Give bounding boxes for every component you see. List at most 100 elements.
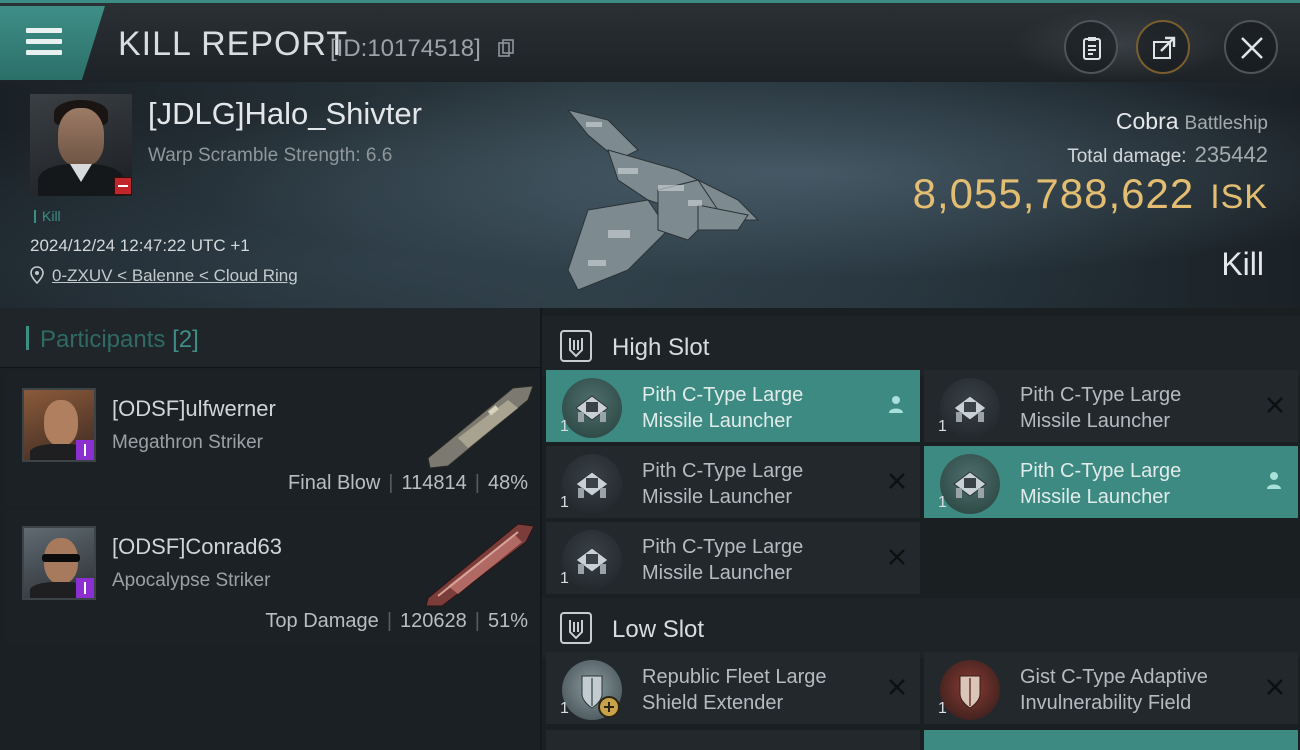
victim-name[interactable]: [JDLG]Halo_Shivter [148,96,422,132]
module-name-line: Missile Launcher [1020,486,1171,508]
participants-count: [2] [172,326,199,353]
page-title: KILL REPORT [118,25,349,63]
total-damage: Total damage: 235442 [1067,142,1268,168]
ship-name[interactable]: Cobra [1116,108,1179,134]
module-quantity: 1 [938,700,947,717]
module-name-line: Pith C-Type Large [642,460,804,482]
high-slot-icon [560,330,592,362]
menu-button[interactable] [0,6,105,80]
location-pin-icon [30,266,44,284]
clipboard-icon [1083,37,1101,60]
module-name-line: Pith C-Type Large [1020,384,1182,406]
module-name-line: Gist C-Type Adaptive [1020,666,1208,688]
module-name: Pith C-Type Large Missile Launcher [642,382,872,434]
participant-row[interactable]: [ODSF]Conrad63 Apocalypse Striker Top Da… [6,510,540,644]
participant-avatar[interactable] [22,526,96,600]
participant-stats: Final Blow | 114814 | 48% [288,472,528,494]
module-name-line: Pith C-Type Large [1020,460,1182,482]
high-slot-header: High Slot [542,316,1300,376]
module-name-line: Shield Extender [642,692,784,714]
missile-launcher-icon [562,530,622,590]
warp-scramble-strength: Warp Scramble Strength: 6.6 [148,145,393,166]
participant-name[interactable]: [ODSF]ulfwerner [112,396,276,422]
shield-extender-icon [562,660,622,720]
close-button[interactable] [1224,20,1278,74]
module-item[interactable]: 1 Pith C-Type Large Missile Launcher [546,370,920,442]
clipboard-button[interactable] [1064,20,1118,74]
participant-stats: Top Damage | 120628 | 51% [265,610,528,632]
victim-status-badge [114,177,132,195]
participant-stat-label: Final Blow [288,472,381,494]
participant-stat-label: Top Damage [265,610,379,632]
module-item-partial[interactable] [546,730,920,750]
participant-avatar[interactable] [22,388,96,462]
module-name-line: Missile Launcher [1020,410,1171,432]
module-item-partial[interactable] [924,730,1298,750]
kill-location[interactable]: 0-ZXUV < Balenne < Cloud Ring [30,266,298,286]
corp-badge-icon [76,578,94,598]
module-name-line: Pith C-Type Large [642,536,804,558]
high-slot-label: High Slot [612,334,710,361]
participant-ship: Apocalypse Striker [112,570,271,591]
module-name: Pith C-Type Large Missile Launcher [1020,382,1250,434]
destroyed-x-icon [889,679,905,695]
kill-datetime: 2024/12/24 12:47:22 UTC +1 [30,236,250,255]
total-damage-value: 235442 [1194,142,1268,167]
person-icon [1267,472,1281,489]
module-quantity: 1 [560,494,569,511]
module-name: Gist C-Type Adaptive Invulnerability Fiel… [1020,664,1250,716]
victim-banner: [JDLG]Halo_Shivter Warp Scramble Strengt… [0,82,1300,308]
module-name: Pith C-Type Large Missile Launcher [642,534,872,586]
module-name-line: Republic Fleet Large [642,666,827,688]
missile-launcher-icon [562,454,622,514]
participants-header[interactable]: Participants [2] [0,308,540,368]
module-item[interactable]: 1 Pith C-Type Large Missile Launcher [546,446,920,518]
participant-name[interactable]: [ODSF]Conrad63 [112,534,282,560]
close-icon [1241,37,1263,59]
invulnerability-field-icon [940,660,1000,720]
module-quantity: 1 [938,494,947,511]
low-slot-header: Low Slot [542,598,1300,658]
participant-ship-image [425,523,535,607]
missile-launcher-icon [940,454,1000,514]
module-quantity: 1 [938,418,947,435]
victim-ship-image [566,109,760,291]
location-link[interactable]: 0-ZXUV < Balenne < Cloud Ring [52,266,298,285]
module-name-line: Missile Launcher [642,562,793,584]
module-name-line: Invulnerability Field [1020,692,1192,714]
header-decoration [1010,8,1230,82]
module-quantity: 1 [560,570,569,587]
module-name-line: Missile Launcher [642,486,793,508]
isk-amount: 8,055,788,622 [912,170,1195,217]
participant-damage: 120628 [400,610,467,632]
missile-launcher-icon [562,378,622,438]
module-item[interactable]: 1 Pith C-Type Large Missile Launcher [924,446,1298,518]
module-quantity: 1 [560,418,569,435]
kill-tag: Kill [34,208,61,224]
kill-result: Kill [1221,246,1264,282]
missile-launcher-icon [940,378,1000,438]
destroyed-x-icon [889,549,905,565]
module-item[interactable]: 1 Pith C-Type Large Missile Launcher [546,522,920,594]
participant-ship-image [427,385,534,469]
participant-percent: 48% [487,472,528,494]
module-name: Pith C-Type Large Missile Launcher [1020,458,1250,510]
header-bar: KILL REPORT [ID:10174518] [0,0,1300,82]
copy-icon[interactable] [498,39,514,57]
participants-label: Participants [40,326,166,353]
corp-badge-icon [76,440,94,460]
module-name-line: Missile Launcher [642,410,793,432]
menu-icon [26,28,62,56]
report-id: [ID:10174518] [330,35,481,62]
fitting-panel: High Slot 1 Pith C-Type Large Missile Lau… [542,308,1300,750]
isk-unit: ISK [1210,178,1268,216]
participant-row[interactable]: [ODSF]ulfwerner Megathron Striker Final … [6,372,540,506]
share-button[interactable] [1136,20,1190,74]
plus-icon [598,696,620,718]
module-item[interactable]: 1 Republic Fleet Large Shield Extender [546,652,920,724]
share-icon [1153,36,1176,59]
low-slot-label: Low Slot [612,616,705,643]
module-item[interactable]: 1 Gist C-Type Adaptive Invulnerability Fi… [924,652,1298,724]
module-item[interactable]: 1 Pith C-Type Large Missile Launcher [924,370,1298,442]
destroyed-x-icon [889,473,905,489]
